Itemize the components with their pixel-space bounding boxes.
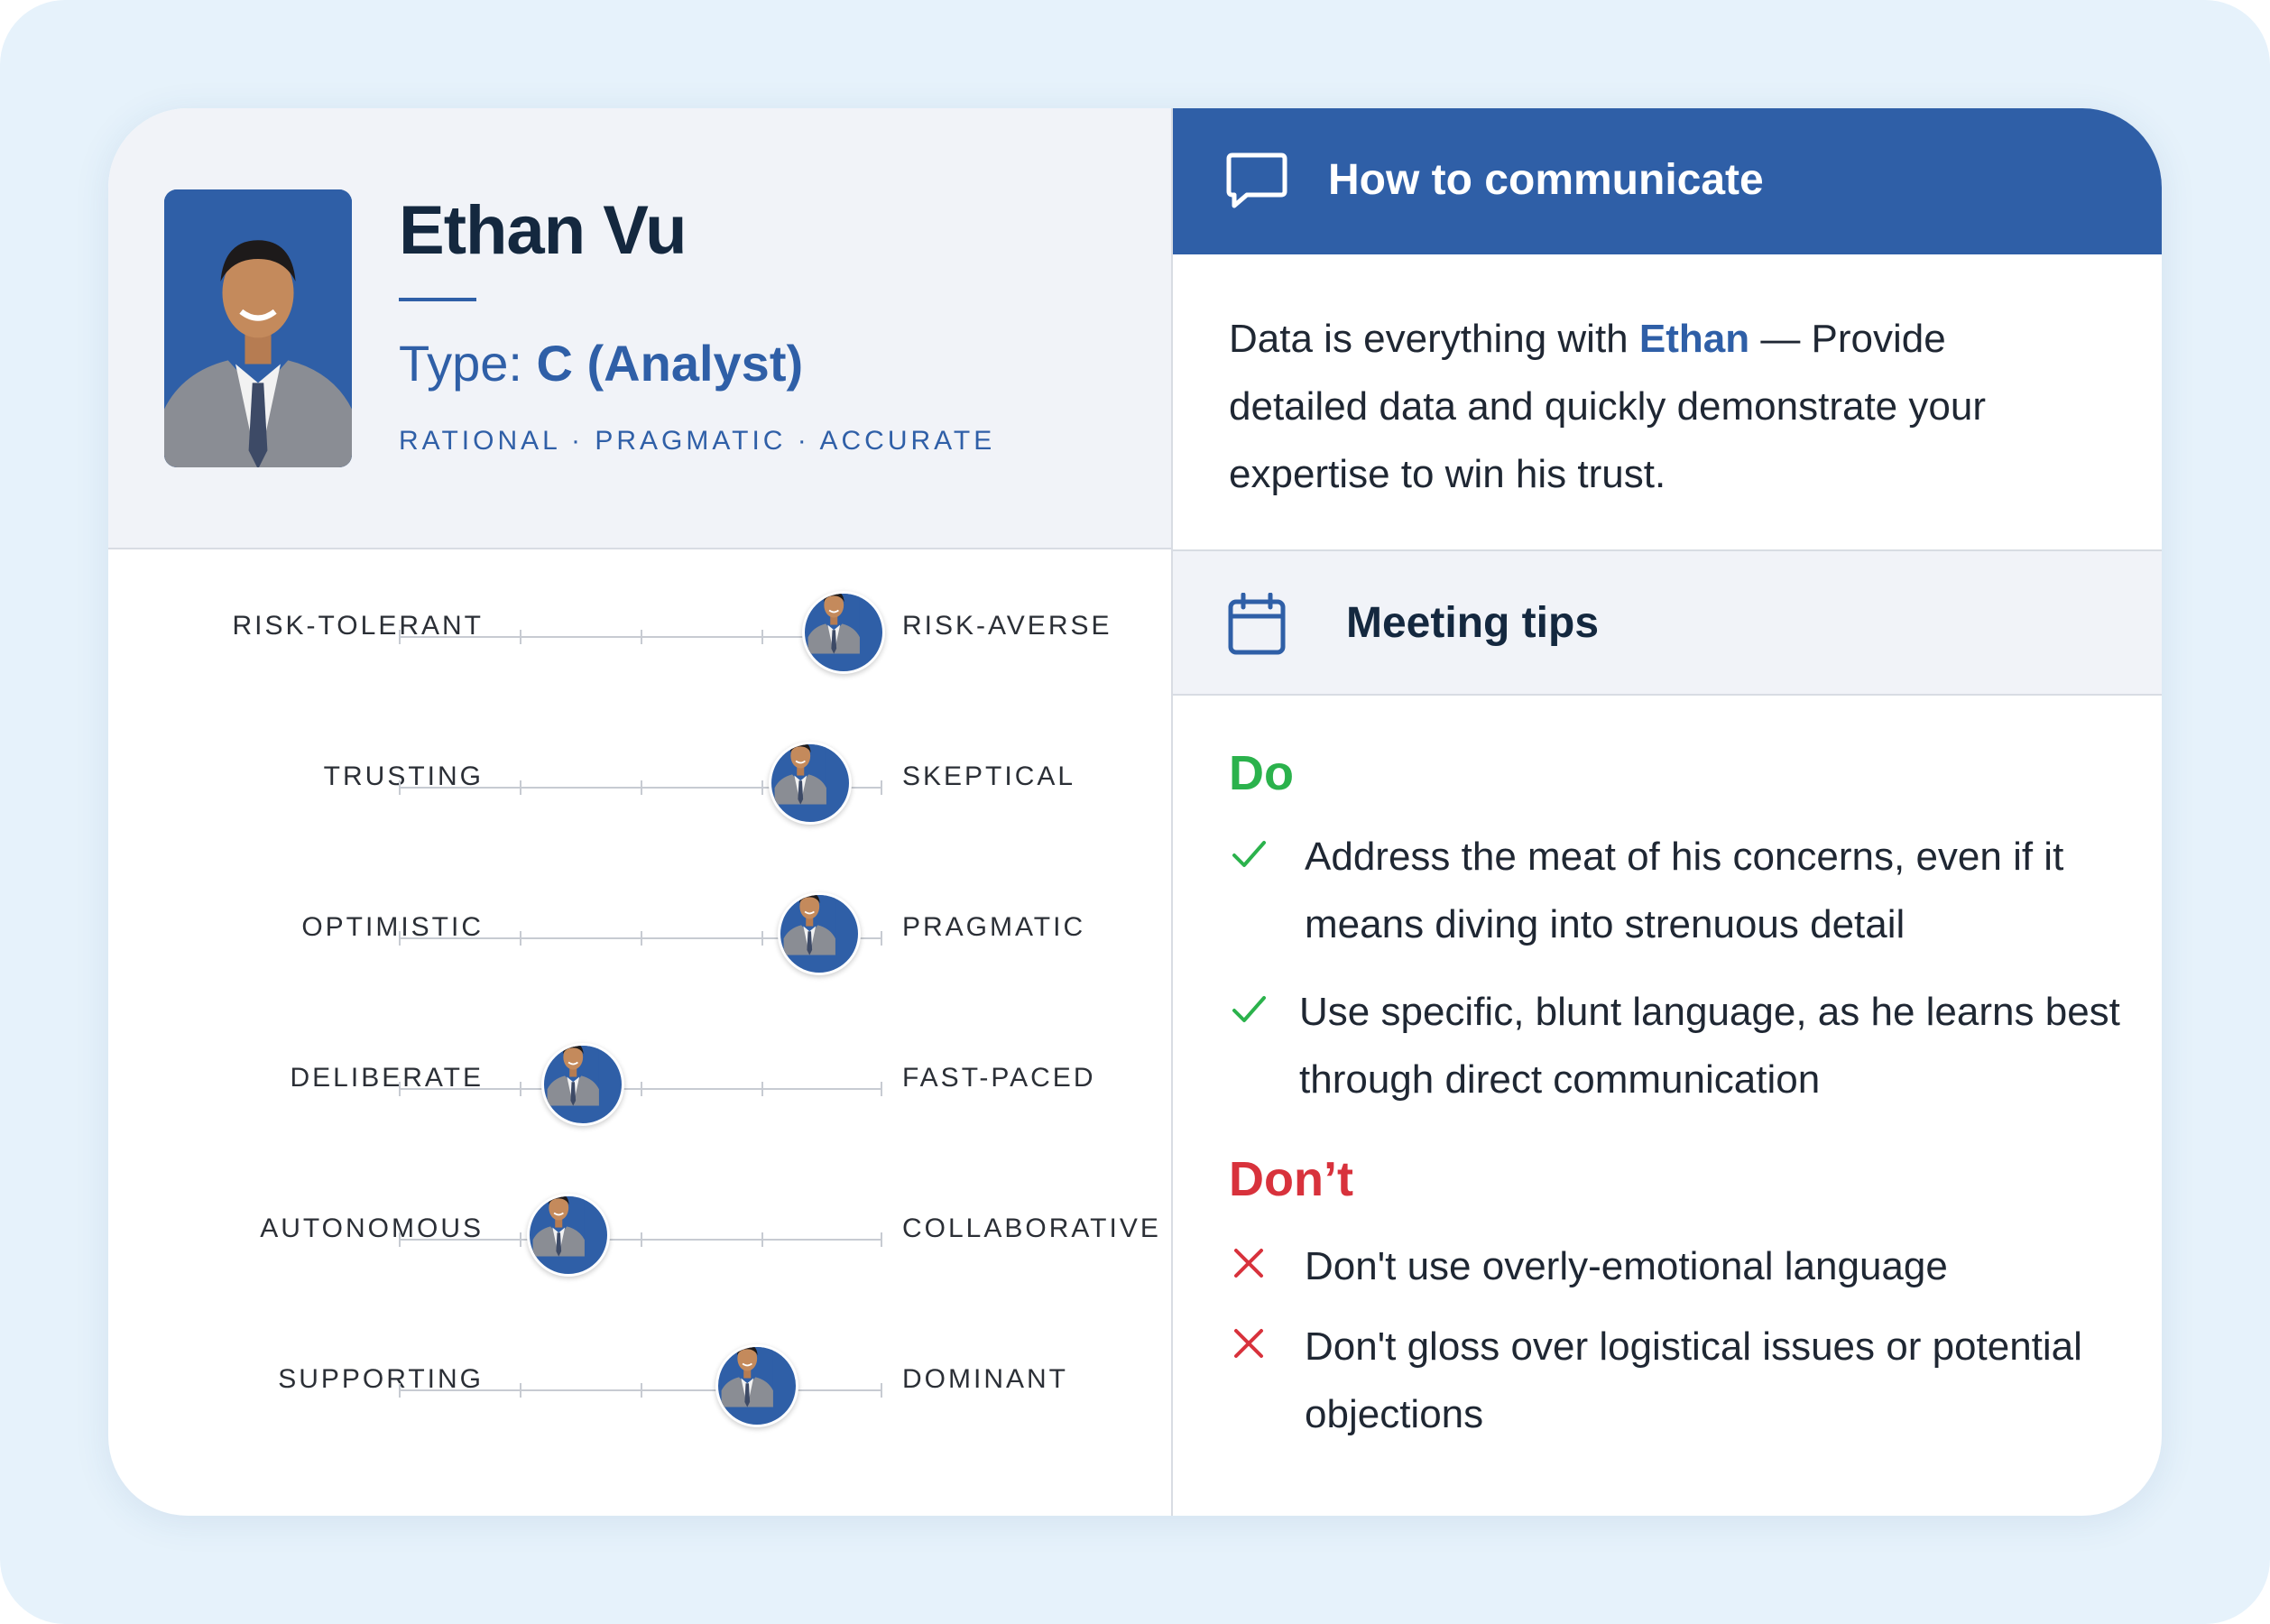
cross-icon	[1234, 1249, 1263, 1278]
dont-item-text: Don't gloss over logistical issues or po…	[1305, 1324, 2082, 1436]
slider-tick	[399, 1383, 401, 1398]
slider-tick	[881, 1383, 882, 1398]
slider-marker-avatar	[715, 1344, 798, 1427]
slider-tick	[881, 780, 882, 795]
trait-sliders: RISK-TOLERANT RISK-AVERSE TRUSTING SKEPTICA…	[108, 551, 1171, 1516]
type-label: Type:	[399, 335, 537, 392]
slider-track	[399, 1082, 882, 1096]
dont-item-text: Don't use overly-emotional language	[1305, 1244, 1948, 1288]
slider-tick	[641, 780, 642, 795]
slider-right-label: FAST-PACED	[902, 1063, 1096, 1093]
communicate-title: How to communicate	[1328, 156, 1764, 204]
slider-marker-avatar	[778, 892, 862, 975]
do-item-text: Use specific, blunt language, as he lear…	[1299, 990, 2120, 1102]
name-divider	[399, 298, 476, 301]
slider-marker-avatar	[540, 1043, 624, 1126]
communicate-text-before: Data is everything with	[1229, 317, 1639, 361]
slider-tick	[520, 1232, 521, 1247]
dont-heading: Don’t	[1229, 1152, 1353, 1206]
do-item-text: Address the meat of his concerns, even i…	[1305, 835, 2064, 946]
communicate-text: Data is everything with Ethan — Provide …	[1229, 305, 2095, 508]
slider-row: OPTIMISTIC PRAGMATIC	[108, 885, 1171, 975]
slider-row: AUTONOMOUS COLLABORATIVE	[108, 1186, 1171, 1277]
trait-keywords: RATIONAL · PRAGMATIC · ACCURATE	[399, 426, 996, 456]
profile-name: Ethan Vu	[399, 192, 687, 269]
slider-tick	[761, 1232, 763, 1247]
column-divider	[1171, 108, 1173, 1516]
slider-marker-avatar	[768, 742, 852, 825]
check-icon	[1232, 996, 1266, 1022]
slider-right-label: COLLABORATIVE	[902, 1213, 1161, 1243]
slider-tick	[641, 931, 642, 946]
slider-tick	[399, 931, 401, 946]
slider-row: TRUSTING SKEPTICAL	[108, 734, 1171, 825]
slider-tick	[761, 780, 763, 795]
meeting-tips-title: Meeting tips	[1346, 599, 1600, 647]
slider-row: SUPPORTING DOMINANT	[108, 1337, 1171, 1427]
slider-tick	[520, 780, 521, 795]
slider-marker-avatar	[526, 1194, 610, 1277]
slider-right-label: RISK-AVERSE	[902, 611, 1112, 641]
slider-tick	[641, 1082, 642, 1096]
check-icon	[1232, 841, 1266, 867]
slider-right-label: DOMINANT	[902, 1364, 1068, 1394]
slider-tick	[761, 630, 763, 644]
slider-tick	[520, 1383, 521, 1398]
slider-tick	[399, 1232, 401, 1247]
profile-photo	[164, 189, 352, 467]
slider-tick	[881, 1232, 882, 1247]
chat-bubble-icon	[1226, 152, 1287, 208]
slider-tick	[399, 780, 401, 795]
calendar-icon	[1228, 593, 1286, 655]
slider-tick	[761, 1082, 763, 1096]
communicate-name-highlight: Ethan	[1638, 317, 1750, 361]
slider-track	[399, 1232, 882, 1247]
slider-right-label: SKEPTICAL	[902, 761, 1076, 791]
slider-tick	[399, 630, 401, 644]
slider-tick	[881, 1082, 882, 1096]
slider-tick	[761, 931, 763, 946]
do-heading: Do	[1229, 746, 1294, 800]
slider-row: RISK-TOLERANT RISK-AVERSE	[108, 584, 1171, 674]
meeting-tips-header: Meeting tips	[1173, 549, 2162, 696]
slider-tick	[641, 630, 642, 644]
slider-tick	[520, 1082, 521, 1096]
slider-tick	[641, 1383, 642, 1398]
cross-icon	[1234, 1329, 1263, 1358]
slider-tick	[520, 630, 521, 644]
slider-row: DELIBERATE FAST-PACED	[108, 1036, 1171, 1126]
profile-card: Ethan Vu Type: C (Analyst) RATIONAL · PR…	[108, 108, 2162, 1516]
personality-type: Type: C (Analyst)	[399, 334, 803, 392]
slider-tick	[881, 931, 882, 946]
slider-tick	[641, 1232, 642, 1247]
slider-marker-avatar	[802, 591, 886, 674]
profile-header: Ethan Vu Type: C (Analyst) RATIONAL · PR…	[108, 108, 1171, 549]
slider-right-label: PRAGMATIC	[902, 912, 1086, 942]
slider-tick	[399, 1082, 401, 1096]
type-value: C (Analyst)	[536, 335, 804, 392]
communicate-header: How to communicate	[1173, 108, 2162, 254]
slider-track	[399, 1383, 882, 1398]
slider-tick	[520, 931, 521, 946]
